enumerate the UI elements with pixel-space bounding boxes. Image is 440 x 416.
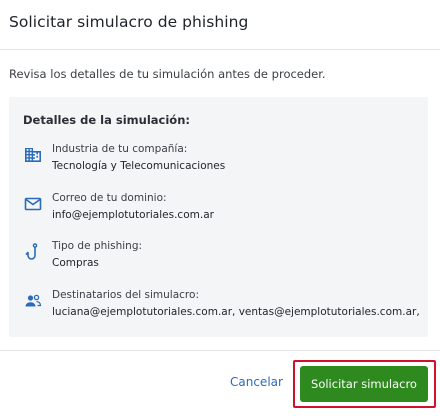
dialog-header: Solicitar simulacro de phishing [0,0,440,50]
detail-value: luciana@ejemplotutoriales.com.ar, ventas… [52,306,422,318]
footer-divider [0,350,440,351]
detail-recipients: Destinatarios del simulacro: luciana@eje… [23,289,423,323]
request-simulation-dialog: Solicitar simulacro de phishing Revisa l… [0,0,440,416]
detail-label: Industria de tu compañía: [52,143,188,155]
detail-label: Destinatarios del simulacro: [52,289,199,301]
simulation-details-panel: Detalles de la simulación: Industria de … [9,97,428,337]
detail-value: Tecnología y Telecomunicaciones [52,160,226,172]
detail-label: Correo de tu dominio: [52,192,167,204]
detail-domain-email: Correo de tu dominio: info@ejemplotutori… [23,192,423,226]
building-icon [23,145,43,165]
fishing-hook-icon [23,242,43,262]
detail-value: info@ejemplotutoriales.com.ar [52,209,214,221]
detail-industry: Industria de tu compañía: Tecnología y T… [23,143,423,177]
dialog-title: Solicitar simulacro de phishing [9,13,249,31]
detail-value: Compras [52,257,99,269]
cancel-button[interactable]: Cancelar [230,375,283,389]
detail-label: Tipo de phishing: [52,240,143,252]
details-heading: Detalles de la simulación: [23,113,190,127]
people-icon [23,291,43,311]
request-simulation-button[interactable]: Solicitar simulacro [300,366,428,402]
mail-icon [23,194,43,214]
dialog-intro-text: Revisa los detalles de tu simulación ant… [9,67,326,81]
detail-phishing-type: Tipo de phishing: Compras [23,240,423,274]
